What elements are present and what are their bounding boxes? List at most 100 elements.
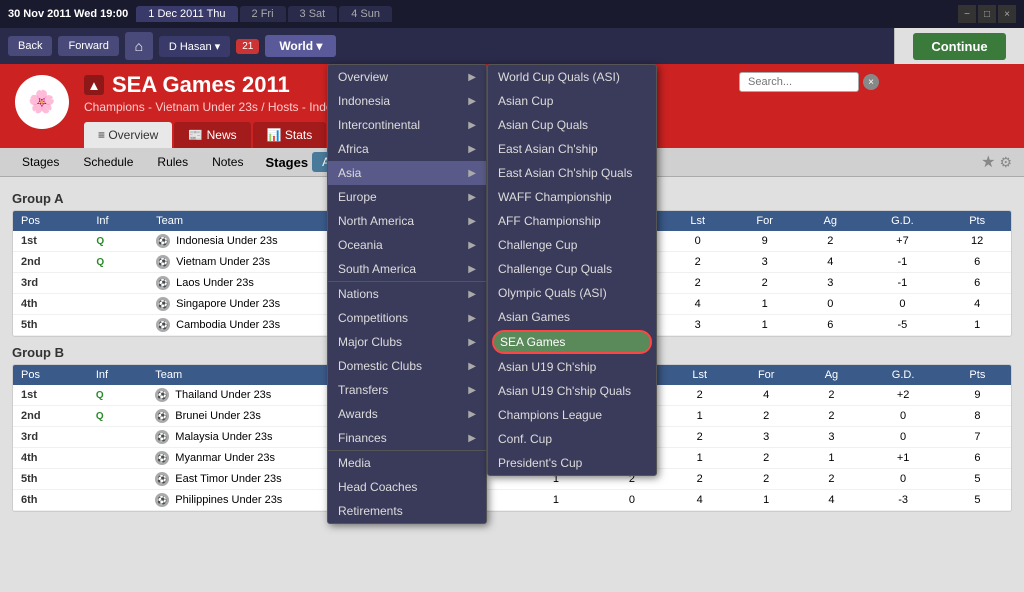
- team-name: East Timor Under 23s: [175, 473, 281, 485]
- toggle-button[interactable]: ▲: [84, 75, 104, 95]
- table-row[interactable]: 2nd Q ⚽ Vietnam Under 23s 4 2 0 2 3 4 -1…: [13, 252, 1011, 273]
- col-pts-b: Pts: [944, 365, 1011, 385]
- stages-label: Stages: [265, 155, 308, 170]
- tab-history[interactable]: 📋 History: [499, 122, 583, 148]
- pos-cell: 2nd: [13, 252, 88, 273]
- table-row[interactable]: 5th ⚽ East Timor Under 23s 5 1 2 2 2 2 0…: [13, 469, 1011, 490]
- menu-item-retirements[interactable]: Retirements: [328, 499, 486, 523]
- subtab-schedule[interactable]: Schedule: [73, 152, 143, 172]
- menu-item-awards[interactable]: Awards▶: [328, 402, 486, 426]
- back-button[interactable]: Back: [8, 36, 52, 56]
- team-name: Myanmar Under 23s: [175, 452, 275, 464]
- table-row[interactable]: 2nd Q ⚽ Brunei Under 23s 5 2 2 1 2 2 0 8: [13, 406, 1011, 427]
- maximize-button[interactable]: □: [978, 5, 996, 23]
- continue-button[interactable]: Continue: [913, 33, 1005, 60]
- qual-cell: [88, 294, 148, 315]
- subtab-stages[interactable]: Stages: [12, 152, 69, 172]
- tab-news[interactable]: 📰 News: [174, 122, 250, 148]
- tab-stats[interactable]: 📊 Stats: [253, 122, 327, 148]
- pos-cell: 6th: [13, 490, 88, 511]
- team-name: Thailand Under 23s: [175, 389, 271, 401]
- pos-cell: 5th: [13, 315, 88, 336]
- forward-button[interactable]: Forward: [58, 36, 118, 56]
- menu-item-asia[interactable]: Asia▶: [328, 161, 486, 185]
- col-gd: G.D.: [862, 211, 944, 231]
- menu-item-major-clubs[interactable]: Major Clubs▶: [328, 330, 486, 354]
- menu-item-competitions[interactable]: Competitions▶: [328, 306, 486, 330]
- favorite-button[interactable]: ★: [981, 152, 995, 172]
- subtab-rules[interactable]: Rules: [147, 152, 198, 172]
- col-lst: Lst: [665, 211, 730, 231]
- pos-cell: 3rd: [13, 273, 88, 294]
- menu-item-africa[interactable]: Africa▶: [328, 137, 486, 161]
- navbar: Back Forward ⌂ D Hasan ▾ 21 World ▾ ? FM…: [0, 28, 1024, 64]
- team-icon: ⚽: [156, 276, 170, 290]
- menu-item-overview[interactable]: Overview▶: [328, 65, 486, 89]
- menu-item-finances[interactable]: Finances▶: [328, 426, 486, 450]
- team-icon: ⚽: [156, 318, 170, 332]
- team-icon: ⚽: [156, 297, 170, 311]
- col-lst-b: Lst: [667, 365, 732, 385]
- pos-cell: 3rd: [13, 427, 88, 448]
- home-button[interactable]: ⌂: [125, 32, 153, 60]
- team-name: Cambodia Under 23s: [176, 319, 280, 331]
- table-row[interactable]: 5th ⚽ Cambodia Under 23s 4 0 1 3 1 6 -5 …: [13, 315, 1011, 336]
- col-pos-b: Pos: [13, 365, 88, 385]
- menu-item-domestic-clubs[interactable]: Domestic Clubs▶: [328, 354, 486, 378]
- close-button[interactable]: ×: [998, 5, 1016, 23]
- minimize-button[interactable]: −: [958, 5, 976, 23]
- table-row[interactable]: 4th ⚽ Myanmar Under 23s 5 1 3 1 2 1 +1 6: [13, 448, 1011, 469]
- menu-item-europe[interactable]: Europe▶: [328, 185, 486, 209]
- settings-button[interactable]: ⚙: [999, 154, 1012, 171]
- window-controls: − □ ×: [958, 5, 1016, 23]
- team-name: Laos Under 23s: [176, 277, 254, 289]
- pos-cell: 4th: [13, 448, 88, 469]
- menu-item-nations[interactable]: Nations▶: [328, 282, 486, 306]
- date-tabs: 1 Dec 2011 Thu 2 Fri 3 Sat 4 Sun: [136, 6, 392, 22]
- qual-cell: [88, 469, 147, 490]
- team-icon: ⚽: [155, 493, 169, 507]
- date-tab-3[interactable]: 3 Sat: [288, 6, 338, 22]
- col-won-b: Won: [516, 365, 597, 385]
- team-icon: ⚽: [156, 255, 170, 269]
- menu-item-transfers[interactable]: Transfers▶: [328, 378, 486, 402]
- date-tab-4[interactable]: 4 Sun: [339, 6, 392, 22]
- subtab-notes[interactable]: Notes: [202, 152, 253, 172]
- menu-item-indonesia[interactable]: Indonesia▶: [328, 89, 486, 113]
- menu-item-north-america[interactable]: North America▶: [328, 209, 486, 233]
- menu-item-oceania[interactable]: Oceania▶: [328, 233, 486, 257]
- tab-overview[interactable]: ≡ Overview: [84, 122, 172, 148]
- team-name: Vietnam Under 23s: [176, 256, 270, 268]
- group-b-title: Group B: [12, 345, 1012, 360]
- menu-item-media[interactable]: Media: [328, 451, 486, 475]
- table-row[interactable]: 6th ⚽ Philippines Under 23s 5 1 0 4 1 4 …: [13, 490, 1011, 511]
- pos-cell: 4th: [13, 294, 88, 315]
- menu-item-head-coaches[interactable]: Head Coaches: [328, 475, 486, 499]
- user-button[interactable]: D Hasan ▾: [159, 36, 230, 57]
- top-bar: 30 Nov 2011 Wed 19:00 1 Dec 2011 Thu 2 F…: [0, 0, 1024, 28]
- table-row[interactable]: 3rd ⚽ Malaysia Under 23s 5 2 1 2 3 3 0 7: [13, 427, 1011, 448]
- world-menu-button[interactable]: World ▾: [265, 35, 336, 57]
- team-icon: ⚽: [155, 388, 169, 402]
- col-inf: Inf: [88, 211, 148, 231]
- menu-item-intercontinental[interactable]: Intercontinental▶: [328, 113, 486, 137]
- table-row[interactable]: 4th ⚽ Singapore Under 23s 4 1 0 4 1 0 0 …: [13, 294, 1011, 315]
- table-row[interactable]: 3rd ⚽ Laos Under 23s 4 2 0 2 2 3 -1 6: [13, 273, 1011, 294]
- notifications-button[interactable]: 21: [236, 39, 259, 54]
- qual-cell: Q: [88, 385, 147, 406]
- competition-header: 🌸 ▲ SEA Games 2011 Champions - Vietnam U…: [0, 64, 1024, 148]
- qual-cell: [88, 490, 147, 511]
- menu-item-south-america[interactable]: South America▶: [328, 257, 486, 281]
- search-clear-button[interactable]: ×: [863, 74, 879, 90]
- competition-title: SEA Games 2011: [112, 72, 290, 98]
- date-tab-1[interactable]: 1 Dec 2011 Thu: [136, 6, 237, 22]
- table-row[interactable]: 1st Q ⚽ Indonesia Under 23s 4 4 0 0 9 2 …: [13, 231, 1011, 252]
- team-name: Indonesia Under 23s: [176, 235, 278, 247]
- table-row[interactable]: 1st Q ⚽ Thailand Under 23s 5 3 0 2 4 2 +…: [13, 385, 1011, 406]
- team-name: Philippines Under 23s: [175, 494, 282, 506]
- pos-cell: 2nd: [13, 406, 88, 427]
- date-tab-2[interactable]: 2 Fri: [240, 6, 286, 22]
- team-icon: ⚽: [155, 409, 169, 423]
- search-input[interactable]: [739, 72, 859, 92]
- team-icon: ⚽: [155, 451, 169, 465]
